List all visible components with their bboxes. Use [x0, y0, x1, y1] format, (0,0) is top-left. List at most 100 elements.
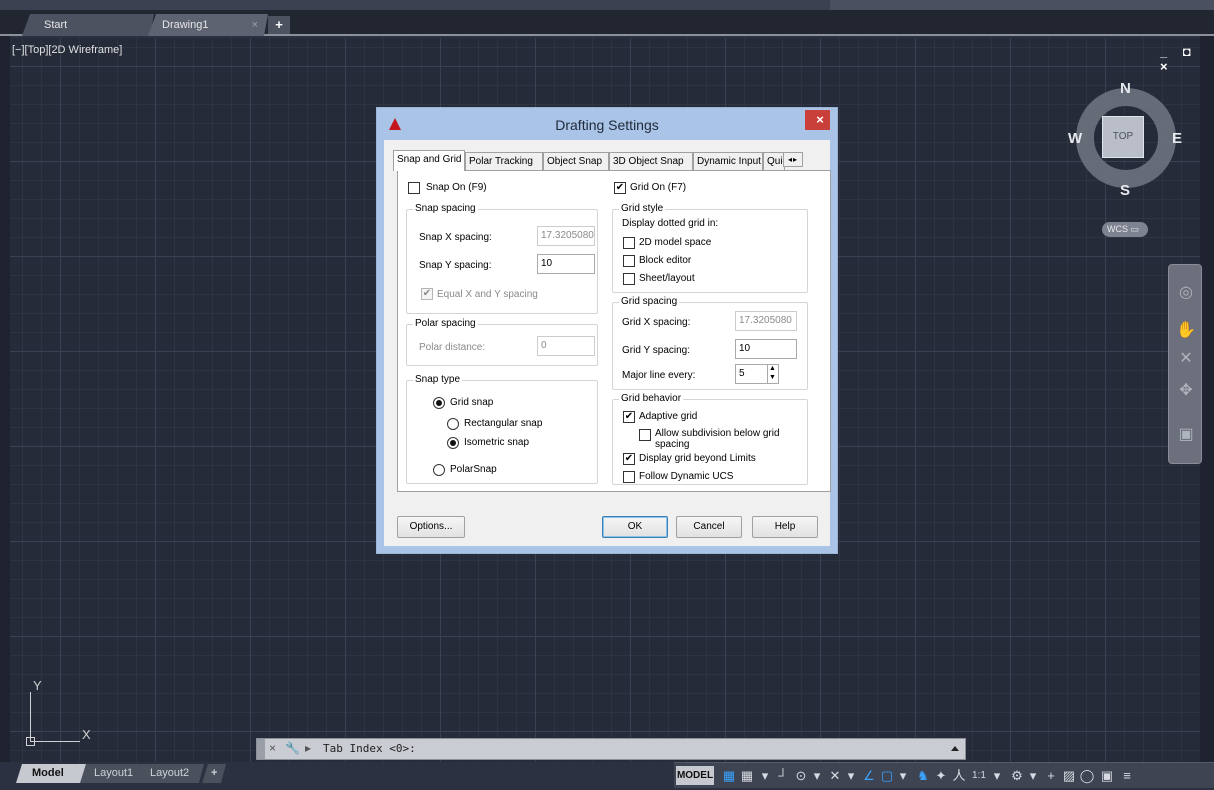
status-bar: MODEL ▦ ▦ ▾ ┘ ⊙ ▾ ✕ ▾ ∠ ▢ ▾ ♞ ✦ 人 1:1 ▾ …: [674, 762, 1214, 788]
grid-block-editor-checkbox[interactable]: [623, 255, 635, 267]
isodraft-dropdown-icon[interactable]: ▾: [842, 766, 860, 785]
wcs-menu[interactable]: WCS ▭: [1102, 222, 1148, 237]
steering-wheel-icon[interactable]: ◎: [1176, 283, 1196, 303]
rectangular-snap-radio[interactable]: [447, 418, 459, 430]
ucs-x-axis: [30, 741, 80, 742]
command-history-toggle[interactable]: [951, 746, 959, 751]
tab-object-snap[interactable]: Object Snap: [543, 152, 609, 170]
dialog-tab-strip: Snap and Grid Polar Tracking Object Snap…: [393, 150, 833, 171]
adaptive-grid-label: Adaptive grid: [639, 411, 698, 422]
tab-3d-object-snap[interactable]: 3D Object Snap: [609, 152, 693, 170]
grid-2d-model-checkbox[interactable]: [623, 237, 635, 249]
compass-north[interactable]: N: [1120, 80, 1131, 97]
grid-on-label: Grid On (F7): [630, 182, 687, 193]
compass-east[interactable]: E: [1172, 130, 1182, 147]
snap-icon[interactable]: ▦: [738, 766, 756, 785]
compass-west[interactable]: W: [1068, 130, 1082, 147]
customization-menu-icon[interactable]: ≡: [1118, 766, 1136, 785]
command-line-grip[interactable]: [257, 739, 265, 759]
new-tab-button[interactable]: +: [268, 16, 290, 34]
file-tab-drawing1[interactable]: Drawing1 ×: [148, 14, 268, 36]
grid-spacing-group: Grid spacing Grid X spacing: 17.3205080 …: [612, 296, 808, 390]
snap-and-grid-panel: Snap On (F9) Snap spacing Snap X spacing…: [397, 170, 831, 492]
zoom-icon[interactable]: ✕: [1176, 349, 1196, 369]
grid-snap-radio[interactable]: [433, 397, 445, 409]
pan-icon[interactable]: ✋: [1176, 321, 1196, 341]
layout-tab-layout2[interactable]: Layout2: [138, 764, 204, 783]
scale-dropdown-icon[interactable]: ▾: [988, 766, 1006, 785]
grid-behavior-title: Grid behavior: [619, 393, 684, 404]
snap-on-label: Snap On (F9): [426, 182, 487, 193]
close-tab-icon[interactable]: ×: [252, 14, 258, 36]
snap-type-group: Snap type Grid snap Rectangular snap Iso…: [406, 374, 598, 484]
scale-value[interactable]: 1:1: [968, 766, 990, 785]
follow-dynamic-ucs-checkbox[interactable]: [623, 471, 635, 483]
object-snap-dropdown-icon[interactable]: ▾: [894, 766, 912, 785]
help-button[interactable]: Help: [752, 516, 818, 538]
model-space-toggle[interactable]: MODEL: [676, 766, 714, 785]
ribbon-strip: [0, 0, 1214, 10]
equal-spacing-checkbox[interactable]: ✔: [421, 288, 433, 300]
layout-tab-layout1[interactable]: Layout1: [80, 764, 146, 783]
adaptive-grid-checkbox[interactable]: ✔: [623, 411, 635, 423]
clean-screen-icon[interactable]: ▣: [1098, 766, 1116, 785]
layout-tab-model[interactable]: Model: [16, 764, 86, 783]
file-tab-drawing1-label: Drawing1: [162, 19, 209, 31]
viewcube-top-face[interactable]: TOP: [1102, 116, 1144, 158]
command-line[interactable]: × 🔧 ▸ Tab Index <0>:: [256, 738, 966, 760]
orbit-icon[interactable]: ✥: [1176, 381, 1196, 401]
annotation-scale-icon[interactable]: 人: [950, 766, 968, 785]
allow-subdivision-checkbox[interactable]: [639, 429, 651, 441]
tab-dynamic-input[interactable]: Dynamic Input: [693, 152, 763, 170]
grid-style-title: Grid style: [619, 203, 666, 214]
isometric-snap-radio[interactable]: [447, 437, 459, 449]
compass-south[interactable]: S: [1120, 182, 1130, 199]
object-snap-tracking-icon[interactable]: ∠: [860, 766, 878, 785]
grid-sheet-layout-label: Sheet/layout: [639, 273, 695, 284]
ortho-icon[interactable]: ┘: [774, 766, 792, 785]
wrench-icon[interactable]: 🔧: [285, 741, 300, 755]
grid-on-checkbox[interactable]: ✔: [614, 182, 626, 194]
major-line-label: Major line every:: [622, 370, 696, 381]
polar-dropdown-icon[interactable]: ▾: [808, 766, 826, 785]
command-prompt-text[interactable]: Tab Index <0>:: [323, 742, 416, 755]
polar-snap-radio[interactable]: [433, 464, 445, 476]
isolate-objects-icon[interactable]: ◯: [1078, 766, 1096, 785]
tab-snap-and-grid[interactable]: Snap and Grid: [393, 150, 465, 171]
snap-x-spacing-input[interactable]: 17.3205080: [537, 226, 595, 246]
tab-quick-properties[interactable]: Quic: [763, 152, 785, 170]
grid-x-spacing-input[interactable]: 17.3205080: [735, 311, 797, 331]
units-icon[interactable]: ▨: [1060, 766, 1078, 785]
snap-on-checkbox[interactable]: [408, 182, 420, 194]
showmotion-icon[interactable]: ▣: [1176, 425, 1196, 445]
polar-distance-input[interactable]: 0: [537, 336, 595, 356]
grid-sheet-layout-checkbox[interactable]: [623, 273, 635, 285]
display-beyond-limits-checkbox[interactable]: ✔: [623, 453, 635, 465]
close-icon[interactable]: ×: [269, 741, 276, 755]
ok-button[interactable]: OK: [602, 516, 668, 538]
grid-y-spacing-input[interactable]: 10: [735, 339, 797, 359]
auto-scale-icon[interactable]: ✦: [932, 766, 950, 785]
snap-y-spacing-input[interactable]: 10: [537, 254, 595, 274]
snap-dropdown-icon[interactable]: ▾: [756, 766, 774, 785]
viewport-left-edge: [0, 36, 10, 764]
tab-scroll-arrows[interactable]: ◂▸: [783, 152, 803, 167]
viewport-controls-label[interactable]: [−][Top][2D Wireframe]: [12, 44, 122, 56]
add-layout-button[interactable]: +: [202, 764, 226, 783]
grid-block-editor-label: Block editor: [639, 255, 692, 266]
major-line-stepper[interactable]: ▲ ▼: [767, 364, 777, 384]
tab-polar-tracking[interactable]: Polar Tracking: [465, 152, 543, 170]
file-tab-start[interactable]: Start: [22, 14, 154, 36]
dialog-body: Snap and Grid Polar Tracking Object Snap…: [384, 140, 833, 546]
grid-snap-label: Grid snap: [450, 397, 494, 408]
annotation-monitor-icon[interactable]: +: [1042, 766, 1060, 785]
polar-distance-label: Polar distance:: [419, 342, 486, 353]
workspace-dropdown-icon[interactable]: ▾: [1024, 766, 1042, 785]
viewport-window-controls[interactable]: _ ◘ ×: [1160, 44, 1214, 74]
cancel-button[interactable]: Cancel: [676, 516, 742, 538]
grid-icon[interactable]: ▦: [720, 766, 738, 785]
annotation-visibility-icon[interactable]: ♞: [914, 766, 932, 785]
viewcube[interactable]: TOP N S W E: [1068, 80, 1184, 199]
options-button[interactable]: Options...: [397, 516, 465, 538]
prompt-icon[interactable]: ▸: [305, 741, 311, 755]
